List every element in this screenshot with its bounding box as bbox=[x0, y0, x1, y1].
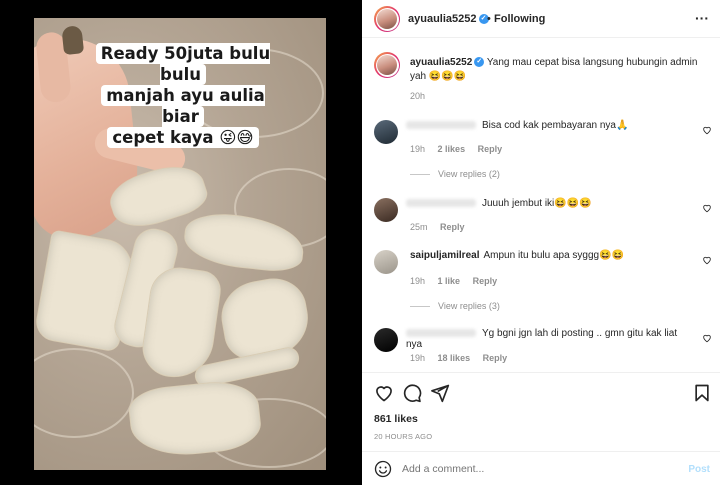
more-options-icon[interactable]: ··· bbox=[695, 10, 709, 26]
likes-count[interactable]: 861 likes bbox=[374, 413, 418, 425]
comment-avatar[interactable] bbox=[374, 250, 398, 274]
view-replies-button[interactable]: View replies (3) bbox=[410, 301, 500, 311]
comment-avatar[interactable] bbox=[374, 198, 398, 222]
reply-button[interactable]: Reply bbox=[473, 276, 498, 286]
comment-heart-icon[interactable] bbox=[702, 333, 712, 343]
blurred-username bbox=[406, 329, 476, 338]
comment-heart-icon[interactable] bbox=[702, 125, 712, 135]
comment: saipuljamilreal Ampun itu bulu apa syggg😆… bbox=[410, 250, 700, 261]
comment-avatar[interactable] bbox=[374, 328, 398, 352]
bookmark-icon[interactable] bbox=[692, 383, 712, 403]
share-icon[interactable] bbox=[430, 383, 450, 403]
verified-icon: ✓ bbox=[474, 57, 485, 68]
emoji-icon[interactable] bbox=[374, 460, 392, 478]
posted-time: 20 HOURS AGO bbox=[374, 432, 433, 441]
action-bar: 861 likes 20 HOURS AGO bbox=[362, 372, 720, 450]
view-replies-label[interactable]: View replies (2) bbox=[438, 169, 500, 179]
comment-input[interactable] bbox=[402, 463, 662, 475]
overlay-text: Ready 50juta bulu bulu manjah ayu aulia … bbox=[78, 43, 288, 148]
comment-bar: Post bbox=[362, 451, 720, 485]
caption-time: 20h bbox=[410, 91, 426, 101]
reply-button[interactable]: Reply bbox=[478, 144, 503, 154]
comment-text: Juuuh jembut iki😆😆😆 bbox=[482, 198, 592, 209]
heart-icon[interactable] bbox=[374, 383, 394, 403]
overlay-line: manjah ayu aulia biar bbox=[101, 85, 265, 127]
fabric-pattern bbox=[34, 348, 134, 438]
comment-text: Ampun itu bulu apa syggg😆😆 bbox=[483, 250, 625, 261]
comment: Bisa cod kak pembayaran nya🙏 bbox=[406, 120, 696, 131]
view-replies-button[interactable]: View replies (2) bbox=[410, 169, 500, 179]
overlay-line: Ready 50juta bulu bulu bbox=[95, 43, 271, 85]
following-button[interactable]: Following bbox=[494, 13, 545, 25]
comment-meta: 25m Reply bbox=[410, 222, 475, 232]
post-button[interactable]: Post bbox=[688, 464, 710, 475]
overlay-line: cepet kaya 😜😅 bbox=[107, 127, 259, 148]
comment-username[interactable]: saipuljamilreal bbox=[410, 250, 479, 261]
post-sidebar: ayuaulia5252 ✓ • Following ··· ayuaulia52… bbox=[362, 0, 720, 485]
comment-likes[interactable]: 18 likes bbox=[438, 353, 471, 363]
separator-dot: • bbox=[487, 13, 491, 25]
post-header: ayuaulia5252 ✓ • Following ··· bbox=[362, 0, 720, 38]
blurred-username bbox=[406, 199, 476, 208]
comment-time: 19h bbox=[410, 353, 426, 363]
comment: Juuuh jembut iki😆😆😆 bbox=[406, 198, 696, 209]
comment-likes[interactable]: 1 like bbox=[438, 276, 461, 286]
reply-button[interactable]: Reply bbox=[483, 353, 508, 363]
blurred-username bbox=[406, 121, 476, 130]
comment-heart-icon[interactable] bbox=[702, 203, 712, 213]
caption: ayuaulia5252 ✓ Yang mau cepat bisa langsu… bbox=[410, 56, 710, 84]
comment-meta: 19h 1 like Reply bbox=[410, 276, 507, 286]
comment-time: 19h bbox=[410, 144, 426, 154]
view-replies-label[interactable]: View replies (3) bbox=[438, 301, 500, 311]
comment-heart-icon[interactable] bbox=[702, 255, 712, 265]
caption-avatar[interactable] bbox=[374, 52, 400, 78]
comment: Yg bgni jgn lah di posting .. gmn gitu k… bbox=[406, 328, 696, 350]
avatar[interactable] bbox=[374, 6, 400, 32]
comment-time: 25m bbox=[410, 222, 428, 232]
header-username[interactable]: ayuaulia5252 ✓ bbox=[408, 13, 489, 25]
reply-button[interactable]: Reply bbox=[440, 222, 465, 232]
comment-time: 19h bbox=[410, 276, 426, 286]
post-media[interactable]: Ready 50juta bulu bulu manjah ayu aulia … bbox=[0, 0, 362, 485]
header-username-text[interactable]: ayuaulia5252 bbox=[408, 13, 477, 25]
comment-meta: 19h 2 likes Reply bbox=[410, 144, 512, 154]
comment-icon[interactable] bbox=[402, 383, 422, 403]
caption-username[interactable]: ayuaulia5252 bbox=[410, 57, 472, 68]
comment-meta: 19h 18 likes Reply bbox=[410, 353, 517, 363]
comment-avatar[interactable] bbox=[374, 120, 398, 144]
comment-text: Bisa cod kak pembayaran nya🙏 bbox=[482, 120, 629, 131]
comment-likes[interactable]: 2 likes bbox=[438, 144, 466, 154]
